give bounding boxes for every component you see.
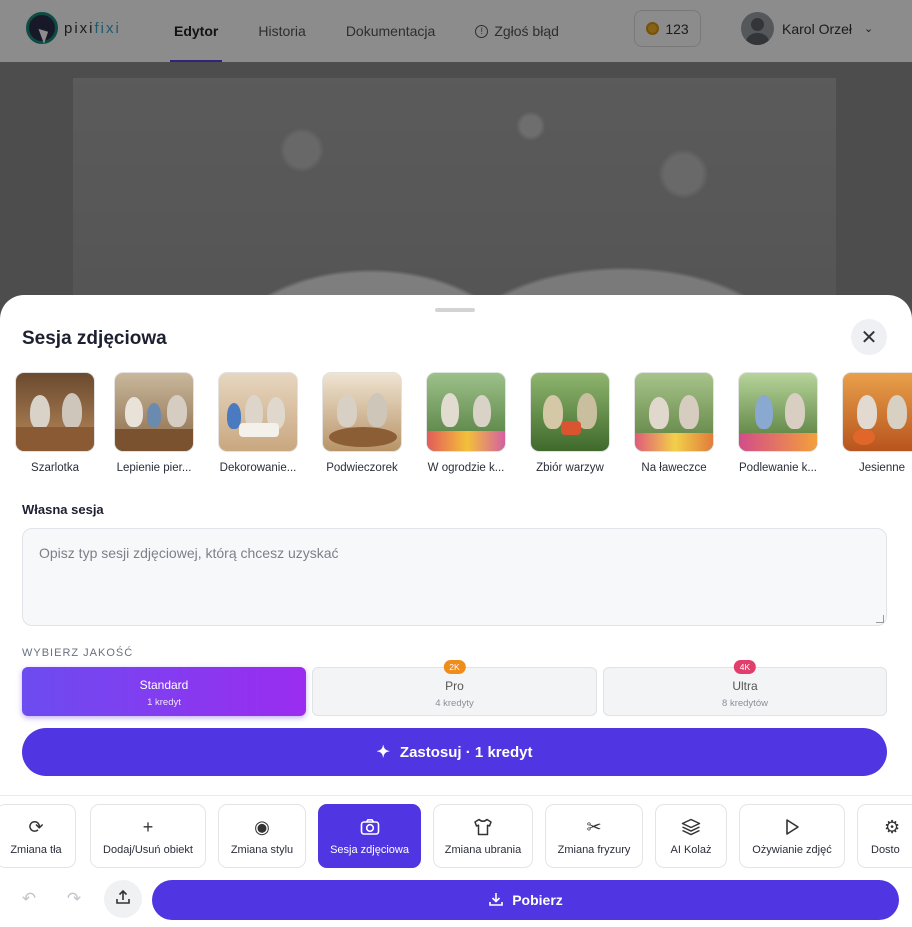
preset-label: Szarlotka <box>31 462 79 474</box>
quality-name: Ultra <box>732 679 758 693</box>
preset-item[interactable]: Podlewanie k... <box>733 372 823 474</box>
upload-button[interactable] <box>104 880 142 918</box>
preset-item[interactable]: Jesienne <box>837 372 912 474</box>
preset-thumbnail <box>842 372 912 452</box>
preset-label: Na ławeczce <box>641 462 707 474</box>
tool-label: Zmiana stylu <box>230 844 294 856</box>
tool-hairstyle-change[interactable]: ✂ Zmiana fryzury <box>545 804 643 868</box>
upload-icon <box>115 889 131 910</box>
apply-button[interactable]: ✦ Zastosuj · 1 kredyt <box>22 728 887 776</box>
preset-carousel[interactable]: Szarlotka Lepienie pier... Dekorowanie..… <box>0 372 912 482</box>
preset-label: W ogrodzie k... <box>427 462 505 474</box>
tool-label: Dosto <box>871 844 900 856</box>
preset-thumbnail <box>530 372 610 452</box>
preset-thumbnail <box>322 372 402 452</box>
preset-thumbnail <box>426 372 506 452</box>
preset-thumbnail <box>114 372 194 452</box>
preset-item[interactable]: Na ławeczce <box>629 372 719 474</box>
quality-badge: 2K <box>443 660 466 674</box>
layers-icon <box>656 816 726 838</box>
tool-label: Zmiana ubrania <box>444 844 522 856</box>
tool-bar[interactable]: ⟳ Zmiana tła + Dodaj/Usuń obiekt ◉ Zmian… <box>0 803 912 869</box>
refresh-icon: ⟳ <box>28 816 44 837</box>
tool-settings[interactable]: ⚙ Dosto <box>857 804 912 868</box>
bottom-action-bar: ↶ ↷ Pobierz <box>0 876 912 927</box>
photo-session-sheet: Sesja zdjęciowa ✕ Szarlotka Lepienie pie… <box>0 295 912 927</box>
preset-thumbnail <box>738 372 818 452</box>
tool-photo-animation[interactable]: Ożywianie zdjęć <box>739 804 845 868</box>
sheet-title: Sesja zdjęciowa <box>22 328 167 349</box>
preset-item[interactable]: W ogrodzie k... <box>421 372 511 474</box>
tool-label: Zmiana fryzury <box>557 844 631 856</box>
resize-grip[interactable] <box>876 615 884 623</box>
preset-label: Dekorowanie... <box>219 462 297 474</box>
quality-pro-option[interactable]: 2K Pro 4 kredyty <box>312 660 597 716</box>
quality-heading: WYBIERZ JAKOŚĆ <box>22 647 134 659</box>
play-icon <box>740 816 844 838</box>
divider <box>0 795 912 796</box>
preset-thumbnail <box>15 372 95 452</box>
quality-cost: 1 kredyt <box>147 697 181 708</box>
quality-standard-option[interactable]: Standard 1 kredyt <box>22 667 306 716</box>
quality-ultra-option[interactable]: 4K Ultra 8 kredytów <box>603 660 887 716</box>
tool-photo-session[interactable]: Sesja zdjęciowa <box>318 804 421 868</box>
preset-item[interactable]: Zbiór warzyw <box>525 372 615 474</box>
download-button[interactable]: Pobierz <box>152 880 899 920</box>
camera-icon <box>319 816 420 838</box>
tool-label: Zmiana tła <box>10 844 62 856</box>
tool-style-change[interactable]: ◉ Zmiana stylu <box>218 804 306 868</box>
custom-session-input[interactable] <box>22 528 887 626</box>
quality-badge: 4K <box>733 660 757 674</box>
apply-label: Zastosuj · 1 kredyt <box>399 743 533 761</box>
palette-icon: ◉ <box>254 816 270 837</box>
preset-item[interactable]: Szarlotka <box>10 372 100 474</box>
sheet-drag-handle[interactable] <box>435 308 475 312</box>
gear-icon: ⚙ <box>884 816 901 837</box>
scissors-icon: ✂ <box>586 816 602 837</box>
close-button[interactable]: ✕ <box>851 319 887 355</box>
preset-label: Jesienne <box>858 462 906 474</box>
download-label: Pobierz <box>512 892 563 908</box>
redo-icon: ↷ <box>66 889 82 908</box>
quality-name: Pro <box>445 679 464 693</box>
tool-ai-collage[interactable]: AI Kolaż <box>655 804 727 868</box>
tool-label: Ożywianie zdjęć <box>752 844 832 856</box>
preset-item[interactable]: Podwieczorek <box>317 372 407 474</box>
tool-label: Dodaj/Usuń obiekt <box>103 844 193 856</box>
undo-icon: ↶ <box>21 889 37 908</box>
preset-thumbnail <box>218 372 298 452</box>
download-icon <box>488 891 504 910</box>
preset-label: Zbiór warzyw <box>536 462 604 474</box>
preset-label: Podwieczorek <box>326 462 398 474</box>
preset-item[interactable]: Lepienie pier... <box>109 372 199 474</box>
plus-icon: + <box>142 816 154 837</box>
preset-label: Lepienie pier... <box>116 462 192 474</box>
preset-item[interactable]: Dekorowanie... <box>213 372 303 474</box>
undo-button[interactable]: ↶ <box>12 882 46 916</box>
custom-session-label: Własna sesja <box>22 502 104 517</box>
tool-label: AI Kolaż <box>670 844 712 856</box>
magic-wand-icon: ✦ <box>376 744 390 761</box>
preset-thumbnail <box>634 372 714 452</box>
quality-cost: 4 kredyty <box>435 698 474 709</box>
redo-button[interactable]: ↷ <box>57 882 91 916</box>
quality-name: Standard <box>139 678 189 692</box>
shirt-icon <box>434 816 532 838</box>
close-icon: ✕ <box>860 326 878 349</box>
preset-label: Podlewanie k... <box>739 462 817 474</box>
tool-label: Sesja zdjęciowa <box>330 844 409 856</box>
tool-background-change[interactable]: ⟳ Zmiana tła <box>0 804 76 868</box>
quality-cost: 8 kredytów <box>722 698 768 709</box>
tool-clothes-change[interactable]: Zmiana ubrania <box>433 804 533 868</box>
tool-add-remove-object[interactable]: + Dodaj/Usuń obiekt <box>90 804 206 868</box>
